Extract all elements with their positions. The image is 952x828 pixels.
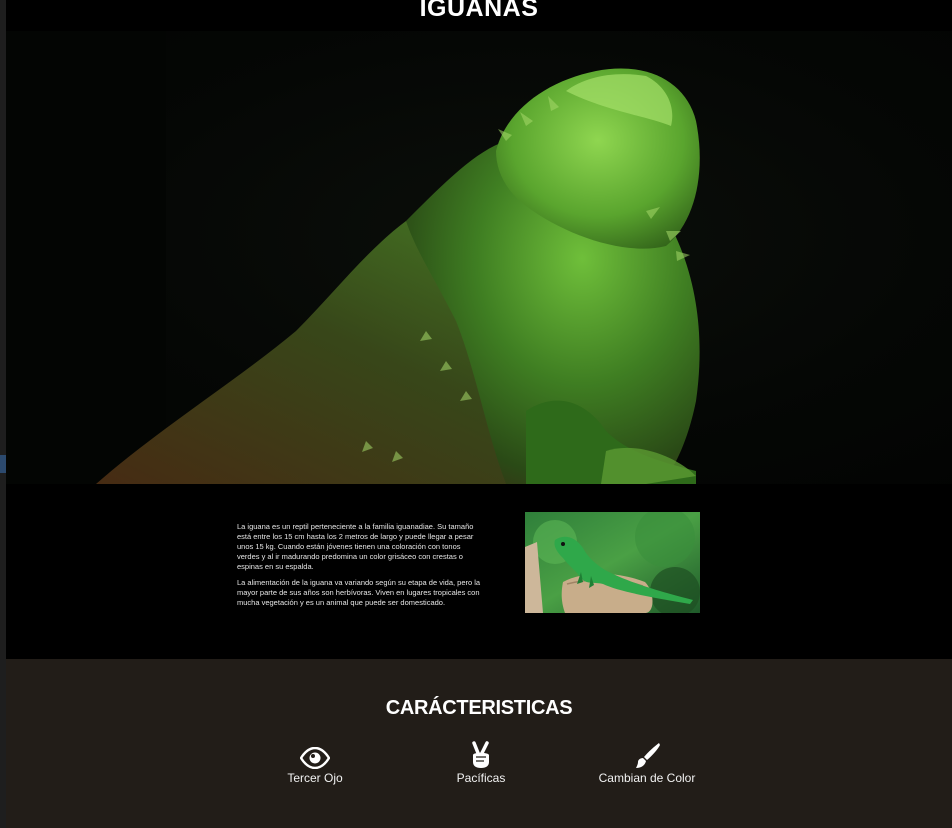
eye-icon (300, 747, 330, 769)
paintbrush-icon (636, 743, 660, 768)
iguana-photo (6, 31, 700, 484)
feature-label: Cambian de Color (598, 771, 696, 785)
hero-iguana-image (6, 31, 952, 484)
peace-hand-icon (472, 741, 489, 768)
iguana-thumbnail-image (525, 512, 700, 613)
intro-paragraph-2: La alimentación de la iguana va variando… (237, 578, 481, 607)
header: IGUANAS (6, 0, 952, 31)
feature-pacificas: Pacíficas (421, 739, 541, 785)
features-title: CARÁCTERISTICAS (385, 697, 573, 719)
feature-cambian-de-color: Cambian de Color (587, 739, 707, 785)
iguana-thumbnail (525, 512, 700, 613)
intro-paragraph-1: La iguana es un reptil perteneciente a l… (237, 522, 474, 571)
feature-label: Tercer Ojo (287, 771, 343, 785)
page-title: IGUANAS (419, 0, 539, 22)
features-section: CARÁCTERISTICAS Tercer Ojo Pacíficas Cam… (6, 659, 952, 828)
intro-text: La iguana es un reptil perteneciente a l… (237, 522, 482, 614)
page: IGUANAS La iguana es un reptil perteneci… (6, 0, 952, 828)
feature-tercer-ojo: Tercer Ojo (255, 739, 375, 785)
intro-section: La iguana es un reptil perteneciente a l… (6, 484, 952, 659)
feature-label: Pacíficas (456, 771, 506, 785)
